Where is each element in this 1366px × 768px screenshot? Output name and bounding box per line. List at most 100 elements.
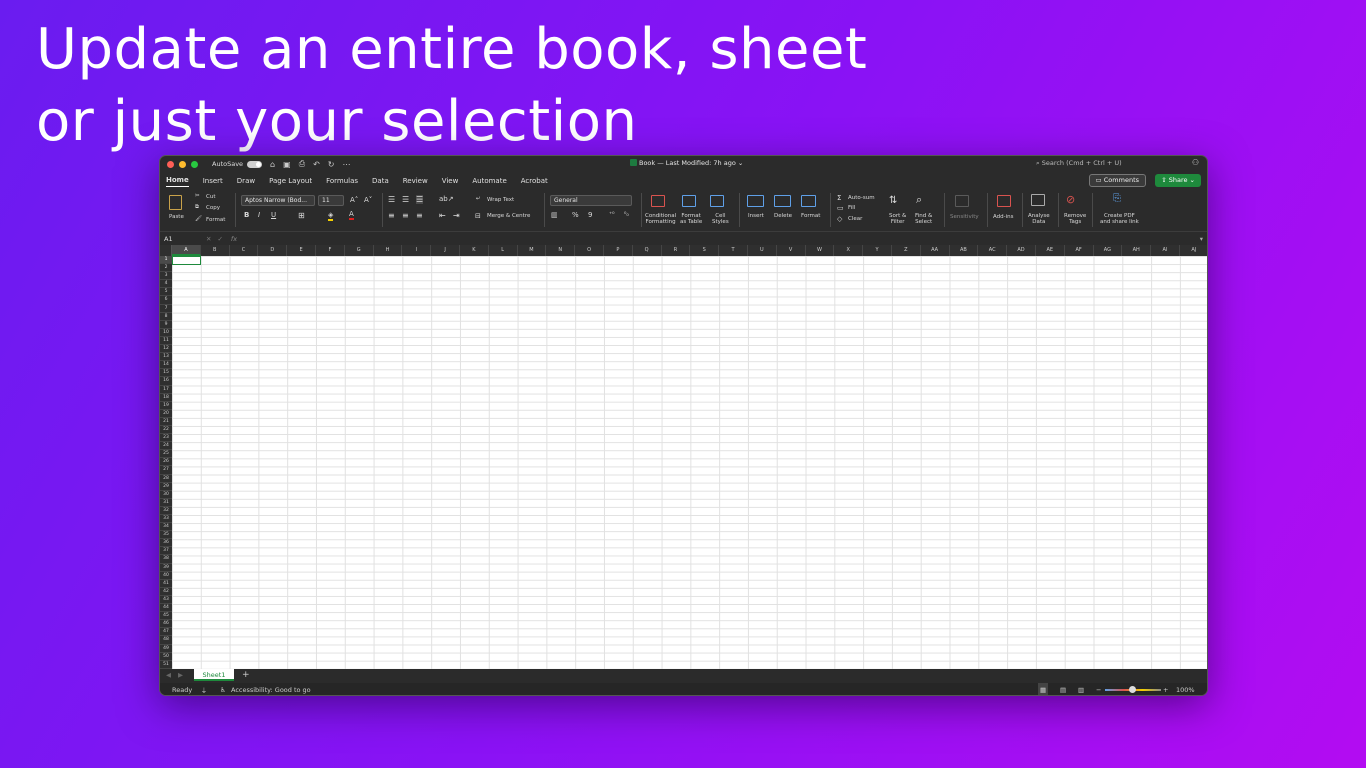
row-header[interactable]: 26 xyxy=(160,458,172,467)
row-header[interactable]: 51 xyxy=(160,661,172,669)
row-header[interactable]: 22 xyxy=(160,426,172,435)
home-icon[interactable]: ⌂ xyxy=(270,160,275,169)
column-header[interactable]: F xyxy=(316,245,345,256)
sheet-tab-sheet1[interactable]: Sheet1 xyxy=(194,669,234,681)
share-button[interactable]: ⇪ Share ⌄ xyxy=(1155,174,1201,187)
conditional-formatting-icon[interactable] xyxy=(651,195,665,207)
zoom-window-button[interactable] xyxy=(191,160,198,168)
column-header[interactable]: E xyxy=(287,245,316,256)
insert-cells-icon[interactable] xyxy=(747,195,764,207)
align-right-icon[interactable]: ≡ xyxy=(416,211,423,220)
undo-icon[interactable]: ↶ xyxy=(313,160,320,169)
spreadsheet-grid[interactable]: A B C D E F G H I J K L M N O P Q R S T U V W X Y Z AA AB AC AD AE AF AG… xyxy=(160,245,1207,669)
column-header[interactable]: D xyxy=(258,245,288,256)
column-header[interactable]: P xyxy=(604,245,633,256)
wrap-text-button[interactable]: Wrap Text xyxy=(487,197,514,203)
row-header[interactable]: 49 xyxy=(160,645,172,653)
row-header[interactable]: 17 xyxy=(160,386,172,394)
row-header[interactable]: 23 xyxy=(160,434,172,443)
row-header[interactable]: 5 xyxy=(160,288,172,297)
row-header[interactable]: 15 xyxy=(160,369,172,378)
row-header[interactable]: 18 xyxy=(160,394,172,402)
row-header[interactable]: 47 xyxy=(160,628,172,637)
minimize-window-button[interactable] xyxy=(179,160,186,168)
share-people-icon[interactable]: ⚇ xyxy=(1192,158,1199,167)
comma-button[interactable]: 9 xyxy=(588,211,592,219)
format-painter-label[interactable]: Format xyxy=(206,217,225,223)
number-format-select[interactable]: General xyxy=(550,195,632,206)
row-header[interactable]: 36 xyxy=(160,539,172,548)
row-header[interactable]: 14 xyxy=(160,361,172,370)
cut-icon[interactable]: ✂ xyxy=(195,193,200,199)
tab-review[interactable]: Review xyxy=(403,175,428,187)
column-header[interactable]: K xyxy=(460,245,489,256)
row-header[interactable]: 48 xyxy=(160,636,172,645)
row-header[interactable]: 19 xyxy=(160,402,172,410)
wrap-text-icon[interactable]: ↵ xyxy=(476,196,481,202)
page-break-view-icon[interactable]: ▥ xyxy=(1078,683,1084,695)
macro-record-icon[interactable]: ⍊ xyxy=(202,683,206,695)
column-header[interactable]: AI xyxy=(1151,245,1180,256)
column-header[interactable]: W xyxy=(806,245,835,256)
copy-label[interactable]: Copy xyxy=(206,205,220,211)
column-header[interactable]: T xyxy=(719,245,748,256)
column-header[interactable]: I xyxy=(402,245,432,256)
align-left-icon[interactable]: ≡ xyxy=(388,211,395,220)
align-middle-icon[interactable]: ☰ xyxy=(402,195,409,204)
cell-styles-icon[interactable] xyxy=(710,195,724,207)
column-header[interactable]: AJ xyxy=(1180,245,1207,256)
font-color-icon[interactable]: A xyxy=(349,210,354,220)
zoom-out-icon[interactable]: − xyxy=(1096,683,1101,695)
column-header[interactable]: R xyxy=(662,245,691,256)
row-header[interactable]: 12 xyxy=(160,345,172,354)
row-header[interactable]: 43 xyxy=(160,596,172,605)
comments-button[interactable]: ▭ Comments xyxy=(1088,174,1146,187)
column-header[interactable]: X xyxy=(834,245,864,256)
fill-icon[interactable]: ▭ xyxy=(837,204,844,212)
column-header[interactable]: AD xyxy=(1007,245,1036,256)
italic-button[interactable]: I xyxy=(258,211,260,219)
selected-cell-a1[interactable] xyxy=(172,256,201,265)
fill-color-icon[interactable]: ◈ xyxy=(328,211,334,221)
autosave-toggle[interactable] xyxy=(247,160,263,168)
conditional-formatting-label[interactable]: Conditional Formatting xyxy=(645,213,676,225)
percent-button[interactable]: % xyxy=(572,211,579,219)
delete-cells-label[interactable]: Delete xyxy=(774,213,792,219)
format-as-table-icon[interactable] xyxy=(682,195,696,207)
confirm-icon[interactable]: ✓ xyxy=(217,235,222,243)
row-header[interactable]: 30 xyxy=(160,491,172,499)
column-header[interactable]: S xyxy=(690,245,720,256)
row-header[interactable]: 2 xyxy=(160,264,172,273)
cell-styles-label[interactable]: Cell Styles xyxy=(712,213,729,225)
row-header[interactable]: 40 xyxy=(160,572,172,580)
autosum-label[interactable]: Auto-sum xyxy=(848,195,875,201)
column-header[interactable]: M xyxy=(518,245,547,256)
row-header[interactable]: 44 xyxy=(160,604,172,613)
row-header[interactable]: 24 xyxy=(160,442,172,451)
row-header[interactable]: 45 xyxy=(160,612,172,621)
normal-view-icon[interactable]: ▦ xyxy=(1038,683,1049,695)
fill-label[interactable]: Fill xyxy=(848,205,855,211)
tab-insert[interactable]: Insert xyxy=(203,175,223,187)
row-header[interactable]: 1 xyxy=(160,256,172,265)
zoom-slider-thumb[interactable] xyxy=(1129,686,1136,693)
align-center-icon[interactable]: ≡ xyxy=(402,211,409,220)
sensitivity-label[interactable]: Sensitivity xyxy=(950,214,979,220)
column-header[interactable]: Z xyxy=(892,245,921,256)
save-icon[interactable]: ▣ xyxy=(283,160,291,169)
remove-tags-label[interactable]: Remove Tags xyxy=(1064,213,1086,225)
add-ins-label[interactable]: Add-ins xyxy=(993,214,1014,220)
format-as-table-label[interactable]: Format as Table xyxy=(680,213,702,225)
column-header[interactable]: AG xyxy=(1094,245,1123,256)
row-header[interactable]: 10 xyxy=(160,329,172,337)
orientation-icon[interactable]: ab↗ xyxy=(439,195,454,203)
row-header[interactable]: 16 xyxy=(160,377,172,386)
column-header[interactable]: AC xyxy=(978,245,1008,256)
paste-label[interactable]: Paste xyxy=(169,214,184,220)
document-title[interactable]: Book — Last Modified: 7h ago ⌄ xyxy=(630,159,743,167)
column-header[interactable]: L xyxy=(489,245,518,256)
column-header[interactable]: AE xyxy=(1036,245,1065,256)
tab-home[interactable]: Home xyxy=(166,174,189,187)
merge-icon[interactable]: ⊟ xyxy=(475,212,481,220)
row-header[interactable]: 28 xyxy=(160,475,172,483)
